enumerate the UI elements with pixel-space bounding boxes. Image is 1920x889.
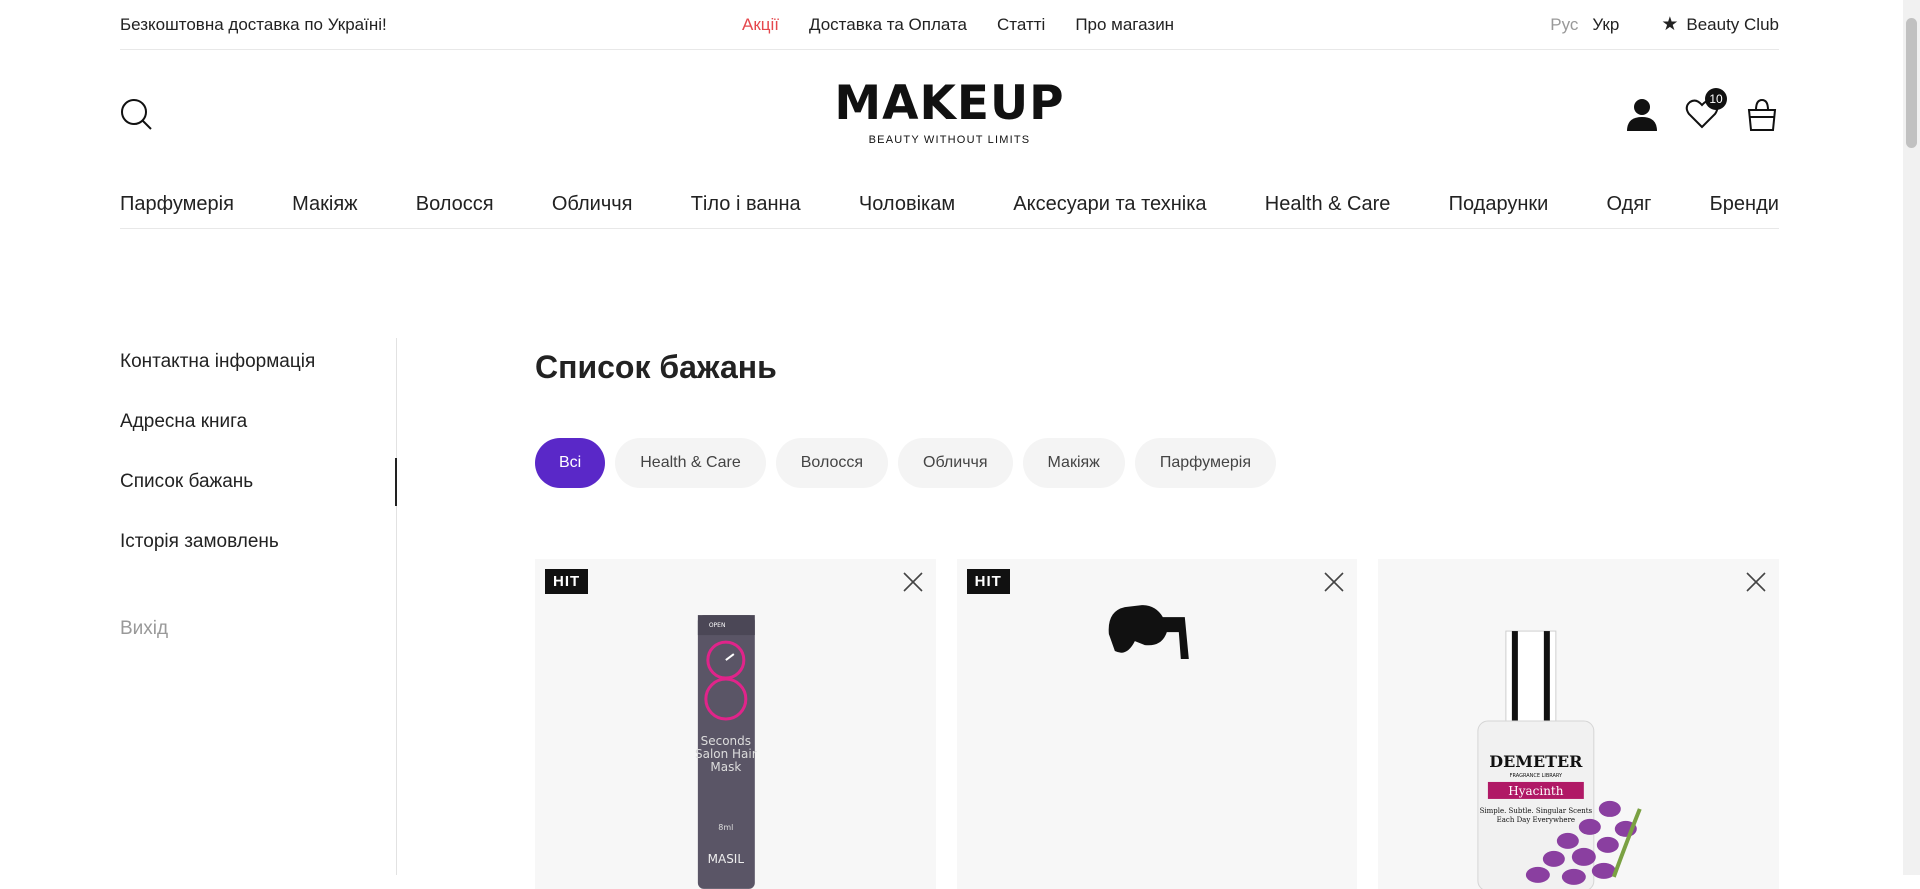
filter-makeup[interactable]: Макіяж [1022,438,1125,489]
wishlist-heart-icon[interactable]: 10 [1685,88,1727,132]
top-bar: Безкоштовна доставка по Україні! Акції Д… [120,0,1779,50]
pack-text-seconds: Seconds [701,734,751,748]
product-grid: OPEN Seconds Salon Hair Mask 8ml MASIL H… [535,559,1780,889]
perfume-line2: Each Day Everywhere [1497,816,1575,824]
search-icon[interactable] [120,98,154,132]
top-links: Акції Доставка та Оплата Статті Про мага… [742,15,1174,35]
nav-accessories[interactable]: Аксесуари та техніка [1013,193,1206,216]
top-right: Рус Укр ★ Beauty Club [1550,15,1779,35]
hit-badge: HIT [545,569,589,594]
nav-gifts[interactable]: Подарунки [1449,193,1549,216]
pack-text-salon: Salon Hair [695,747,757,761]
filter-face[interactable]: Обличчя [898,438,1013,489]
account-sidebar: Контактна інформація Адресна книга Списо… [120,338,397,875]
nav-men[interactable]: Чоловікам [859,193,955,216]
sidebar-item-contact-info[interactable]: Контактна інформація [120,338,396,398]
page-title: Список бажань [535,349,777,385]
free-delivery-text: Безкоштовна доставка по Україні! [120,14,387,34]
lang-uk[interactable]: Укр [1592,15,1619,35]
top-link-delivery[interactable]: Доставка та Оплата [809,15,967,35]
filter-health-care[interactable]: Health & Care [615,438,766,489]
nav-perfume[interactable]: Парфумерія [120,193,234,216]
remove-from-wishlist-icon[interactable] [902,571,924,593]
logo-tagline: BEAUTY WITHOUT LIMITS [868,134,1031,146]
hit-badge: HIT [966,569,1010,594]
nav-makeup[interactable]: Макіяж [292,193,357,216]
account-icon[interactable] [1625,96,1659,132]
category-filters: Всі Health & Care Волосся Обличчя Макіяж… [535,438,1779,489]
remove-from-wishlist-icon[interactable] [1745,571,1767,593]
product-card[interactable]: HIT [956,559,1358,889]
top-link-sale[interactable]: Акції [742,15,779,35]
wishlist-content: Список бажань Всі Health & Care Волосся … [535,338,1780,889]
perfume-brand: DEMETER [1490,752,1584,771]
cart-bag-icon[interactable] [1745,96,1779,132]
lang-ru[interactable]: Рус [1550,15,1578,35]
makeup-logo[interactable]: MAKEUP BEAUTY WITHOUT LIMITS [827,80,1072,146]
nav-face[interactable]: Обличчя [552,193,633,216]
filter-perfume[interactable]: Парфумерія [1134,438,1276,489]
logo-wordmark: MAKEUP [834,76,1065,131]
remove-from-wishlist-icon[interactable] [1323,571,1345,593]
perfume-line1: Simple. Subtle. Singular Scents [1480,807,1593,815]
product-card[interactable]: DEMETER FRAGRANCE LIBRARY Hyacinth Simpl… [1378,559,1780,889]
product-card[interactable]: OPEN Seconds Salon Hair Mask 8ml MASIL H… [535,559,936,889]
nav-hair[interactable]: Волосся [416,193,494,216]
pack-brand: MASIL [708,852,745,866]
sidebar-item-wishlist[interactable]: Список бажань [120,458,397,518]
filter-all[interactable]: Всі [535,438,606,489]
page-scrollbar[interactable] [1903,0,1920,875]
top-link-articles[interactable]: Статті [997,15,1045,35]
beauty-club-label: Beauty Club [1686,14,1779,34]
wishlist-count-badge: 10 [1705,88,1727,110]
sidebar-item-address-book[interactable]: Адресна книга [120,398,396,458]
perfume-name: Hyacinth [1509,784,1564,798]
main-nav: Парфумерія Макіяж Волосся Обличчя Тіло і… [120,180,1779,229]
pack-size: 8ml [718,823,733,832]
demeter-hyacinth-perfume-icon: DEMETER FRAGRANCE LIBRARY Hyacinth Simpl… [1477,630,1642,889]
masil-hair-mask-icon: OPEN Seconds Salon Hair Mask 8ml MASIL [695,615,757,889]
logout-link[interactable]: Вихід [120,618,396,640]
header-icons: 10 [1625,88,1779,132]
beauty-club-link[interactable]: ★ Beauty Club [1661,15,1779,35]
header: MAKEUP BEAUTY WITHOUT LIMITS 10 [120,50,1779,180]
pack-text-mask: Mask [710,760,741,774]
sidebar-item-order-history[interactable]: Історія замовлень [120,518,396,578]
filter-hair[interactable]: Волосся [775,438,889,489]
nav-brands[interactable]: Бренди [1710,193,1779,216]
star-icon: ★ [1661,14,1679,35]
top-link-about[interactable]: Про магазин [1075,15,1174,35]
nav-clothes[interactable]: Одяг [1607,193,1652,216]
spray-device-icon [1108,605,1189,660]
scrollbar-thumb[interactable] [1906,18,1917,148]
nav-body-bath[interactable]: Тіло і ванна [691,193,801,216]
nav-health-care[interactable]: Health & Care [1265,193,1391,216]
perfume-sub: FRAGRANCE LIBRARY [1510,773,1563,779]
pack-open-text: OPEN [709,622,726,629]
